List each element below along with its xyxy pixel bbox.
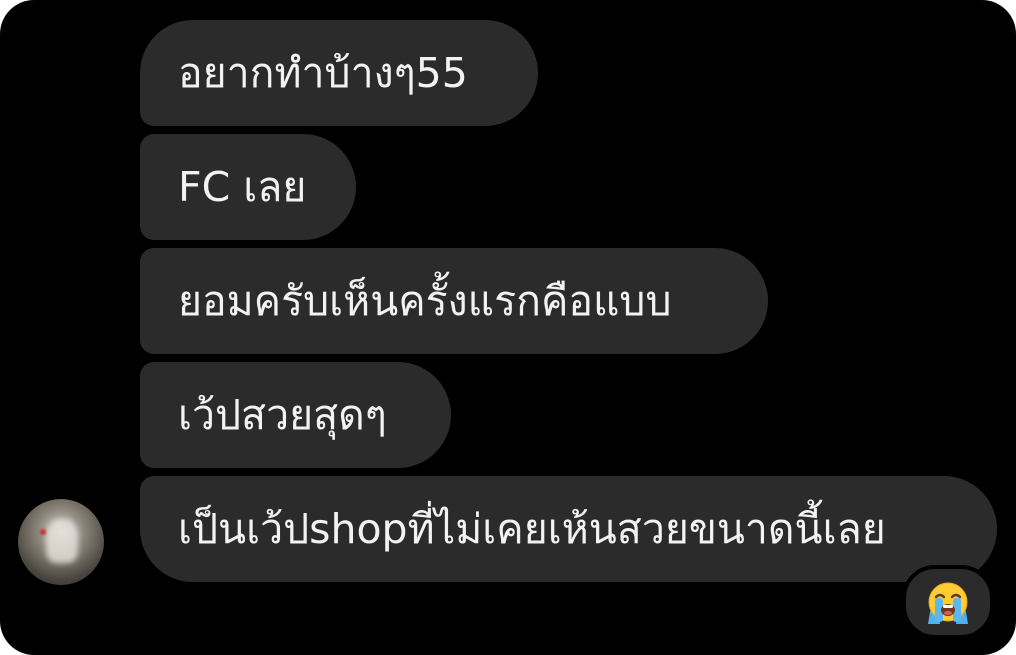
message-text: FC เลย [178, 163, 307, 211]
chat-thread: อยากทำบ้างๆ55 FC เลย ยอมครับเห็นครั้งแรก… [0, 0, 1016, 655]
message-bubble[interactable]: อยากทำบ้างๆ55 [140, 20, 538, 126]
message-bubble[interactable]: เว้ปสวยสุดๆ [140, 362, 451, 468]
message-text: เว้ปสวยสุดๆ [178, 391, 387, 439]
message-text: อยากทำบ้างๆ55 [178, 49, 468, 97]
avatar-image [46, 519, 78, 563]
message-bubble[interactable]: เป็นเว้ปshopที่ไม่เคยเห้นสวยขนาดนี้เลย [140, 476, 997, 582]
message-bubble[interactable]: FC เลย [140, 134, 356, 240]
loudly-crying-face-icon [928, 582, 968, 624]
avatar[interactable] [18, 499, 104, 585]
message-text: เป็นเว้ปshopที่ไม่เคยเห้นสวยขนาดนี้เลย [178, 505, 886, 553]
message-bubble[interactable]: ยอมครับเห็นครั้งแรกคือแบบ [140, 248, 768, 354]
message-reaction[interactable] [902, 565, 994, 639]
message-text: ยอมครับเห็นครั้งแรกคือแบบ [178, 277, 672, 325]
